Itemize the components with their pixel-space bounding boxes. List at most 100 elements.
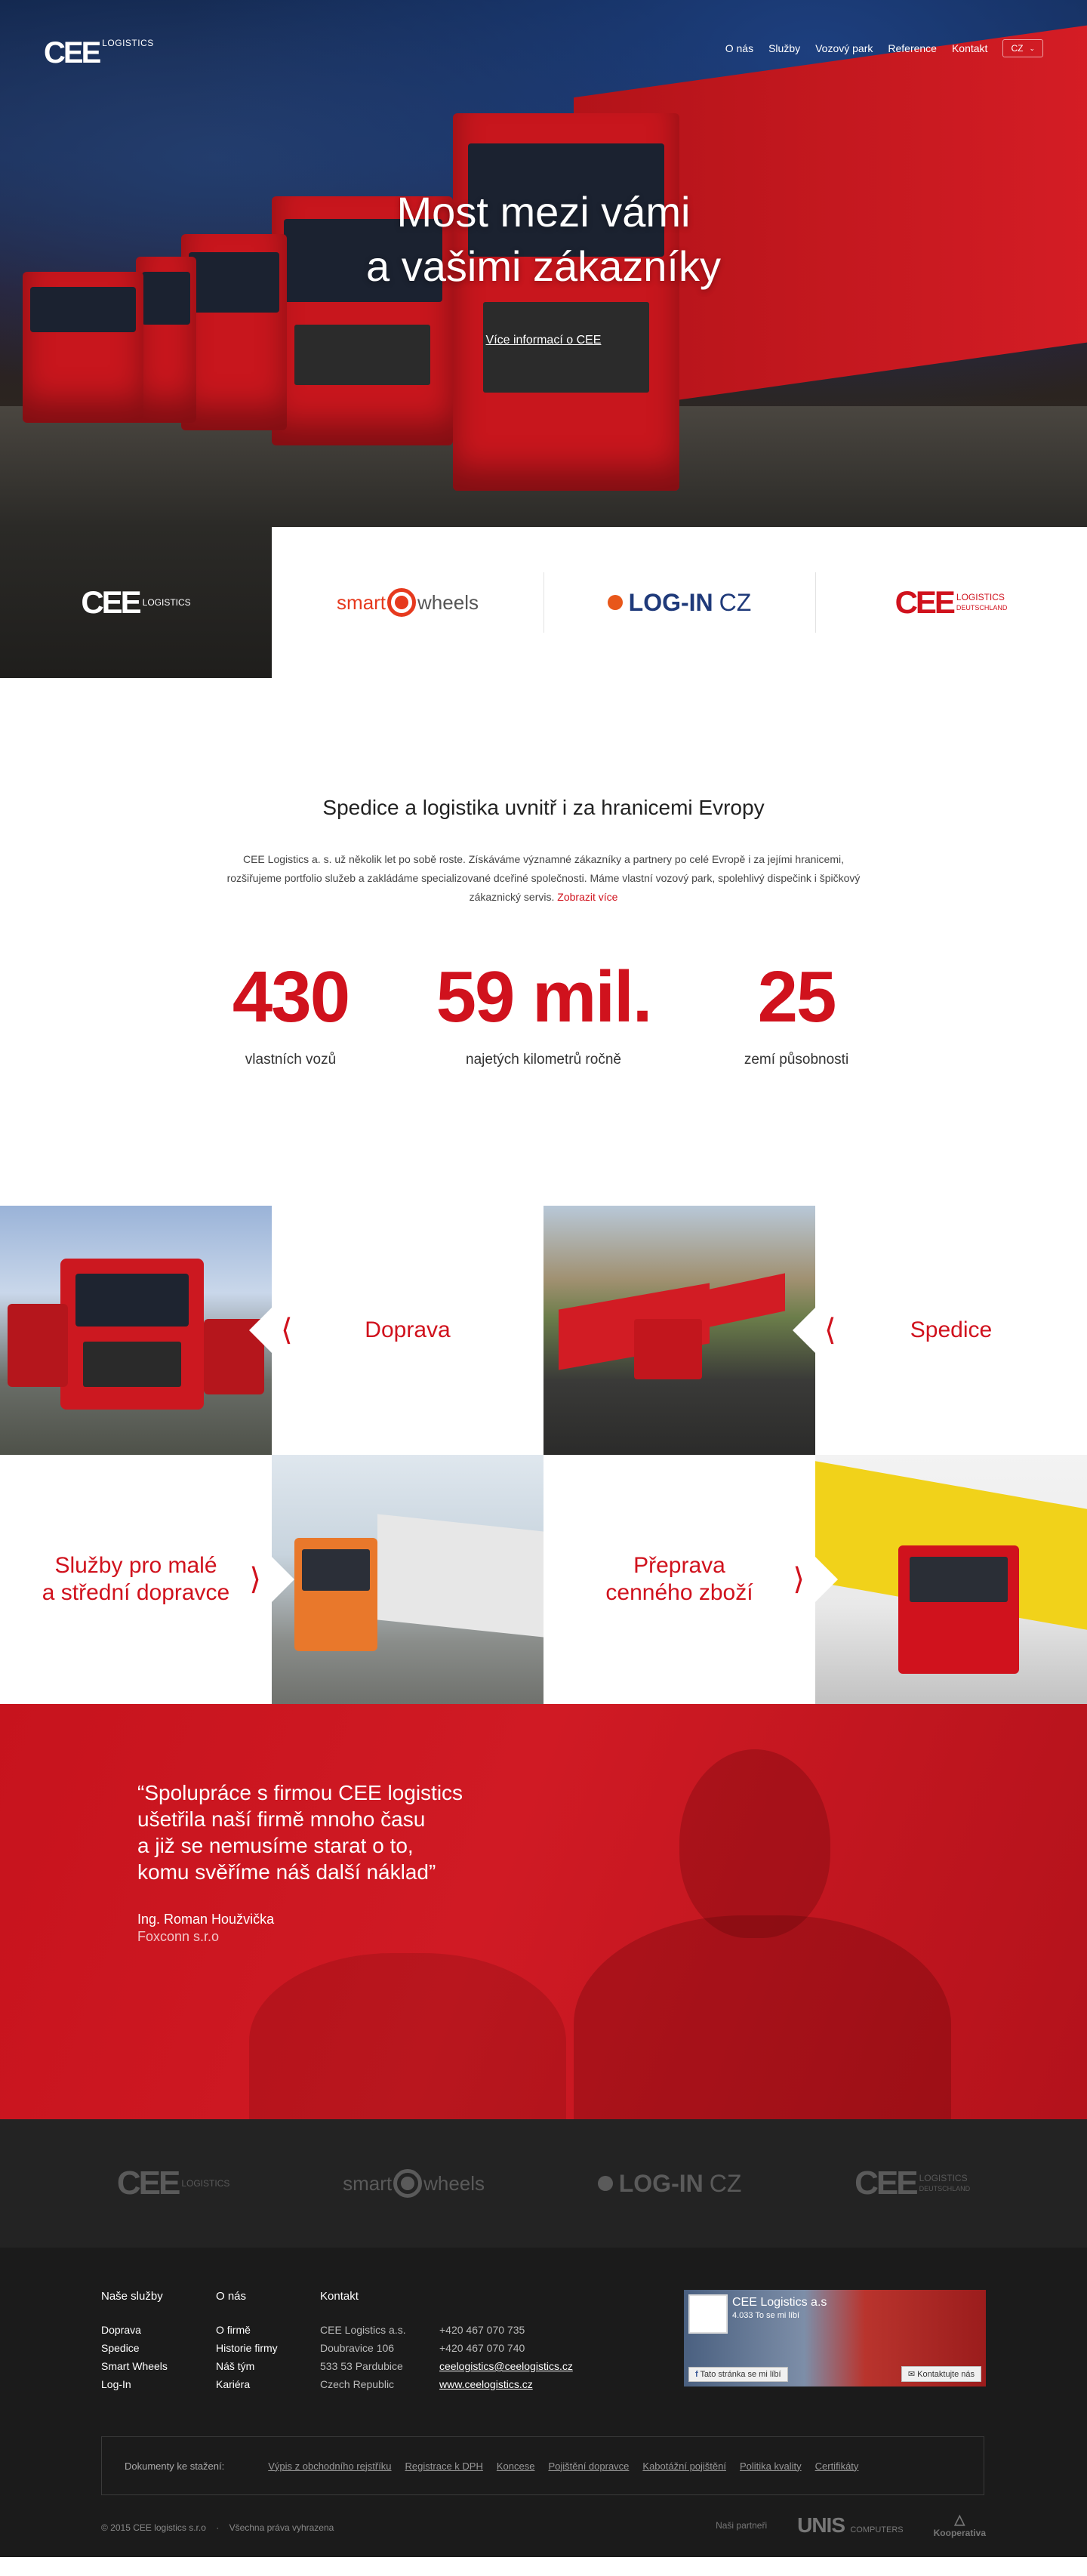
- address-line: Czech Republic: [320, 2378, 395, 2390]
- hero-cta-button[interactable]: Více informací o CEE: [462, 326, 625, 355]
- service-doprava-label: Doprava: [365, 1317, 451, 1342]
- doc-link[interactable]: Koncese: [497, 2460, 535, 2472]
- testimonial-photo-man-body: [574, 1915, 951, 2119]
- facebook-like-count: 4.033 To se mi líbí: [732, 2311, 800, 2320]
- testimonial: “Spolupráce s firmou CEE logistics ušetř…: [0, 1704, 1087, 2119]
- facebook-icon: f: [695, 2370, 698, 2379]
- unis-logo[interactable]: UNIS COMPUTERS: [797, 2513, 904, 2537]
- log-in-text: LOG-IN: [628, 588, 713, 616]
- email-link[interactable]: ceelogistics@ceelogistics.cz: [439, 2360, 573, 2372]
- hero-truck-5: [23, 272, 143, 423]
- language-value: CZ: [1011, 43, 1024, 54]
- log-in-dot-icon: [597, 2176, 613, 2191]
- address-line: CEE Logistics a.s.: [320, 2324, 406, 2336]
- stat-value: 430: [232, 957, 350, 1037]
- footer-link[interactable]: Historie firmy: [216, 2342, 278, 2354]
- phone-number: +420 467 070 740: [439, 2342, 525, 2354]
- chevron-left-icon: ⟨: [824, 1313, 836, 1348]
- partner-smart-wheels-logo[interactable]: smart wheels: [343, 2169, 485, 2198]
- unis-text: UNIS: [797, 2513, 845, 2537]
- facebook-like-button[interactable]: f Tato stránka se mi líbí: [688, 2367, 788, 2382]
- facebook-like-label: Tato stránka se mi líbí: [700, 2370, 781, 2379]
- chevron-left-icon: ⟨: [281, 1313, 293, 1348]
- footer-link[interactable]: Kariéra: [216, 2378, 250, 2390]
- nav-item-kontakt[interactable]: Kontakt: [952, 42, 987, 54]
- partners-strip: CEE LOGISTICS smart wheels LOG-IN CZ CEE…: [0, 2119, 1087, 2248]
- intro-paragraph: CEE Logistics a. s. už několik let po so…: [226, 853, 861, 903]
- cee-deutschland-logo: CEE LOGISTICS DEUTSCHLAND: [895, 584, 1008, 621]
- service-cenne-zbozi[interactable]: Přeprava cenného zboží ⟩: [544, 1455, 815, 1704]
- footer-link[interactable]: Doprava: [101, 2324, 141, 2336]
- testimonial-photo-man: [679, 1749, 830, 1938]
- wheel-icon: [393, 2169, 423, 2198]
- chevron-right-icon: ⟩: [793, 1562, 805, 1597]
- quote-line3: a již se nemusíme starat o to,: [137, 1834, 414, 1857]
- address-line: Doubravice 106: [320, 2342, 395, 2354]
- chevron-right-icon: ⟩: [249, 1562, 261, 1597]
- nav-item-reference[interactable]: Reference: [888, 42, 937, 54]
- brand-cee-logistics[interactable]: CEE LOGISTICS: [0, 527, 272, 678]
- partner-log-in-logo[interactable]: LOG-IN CZ: [597, 2169, 742, 2198]
- cee-de-logo-subtext: LOGISTICS DEUTSCHLAND: [956, 592, 1008, 613]
- doc-link[interactable]: Výpis z obchodního rejstříku: [268, 2460, 391, 2472]
- nav-item-sluzby[interactable]: Služby: [768, 42, 800, 54]
- nav-item-o-nas[interactable]: O nás: [725, 42, 753, 54]
- triangle-icon: △: [954, 2512, 965, 2527]
- stat-kilometers: 59 mil. najetých kilometrů ročně: [415, 960, 672, 1068]
- service-male-dopravce[interactable]: Služby pro malé a střední dopravce ⟩: [0, 1455, 272, 1704]
- doc-link[interactable]: Certifikáty: [815, 2460, 859, 2472]
- brand-cee-deutschland[interactable]: CEE LOGISTICS DEUTSCHLAND: [815, 527, 1087, 678]
- quote-line1: “Spolupráce s firmou CEE logistics: [137, 1781, 463, 1804]
- stat-value: 25: [757, 957, 837, 1037]
- footer-link[interactable]: Smart Wheels: [101, 2360, 168, 2372]
- doc-link[interactable]: Kabotážní pojištění: [642, 2460, 726, 2472]
- footer-link[interactable]: Náš tým: [216, 2360, 254, 2372]
- facebook-widget[interactable]: CEE Logistics a.s 4.033 To se mi líbí f …: [684, 2290, 986, 2386]
- brand-log-in-cz[interactable]: LOG-IN CZ: [544, 527, 815, 678]
- show-more-link[interactable]: Zobrazit více: [557, 891, 617, 903]
- documents-bar: Dokumenty ke stažení: Výpis z obchodního…: [101, 2436, 984, 2495]
- doc-link[interactable]: Pojištění dopravce: [548, 2460, 629, 2472]
- intro-section: Spedice a logistika uvnitř i za hranicem…: [0, 678, 1087, 1068]
- service-cenne-label: Přeprava cenného zboží: [605, 1552, 753, 1607]
- partner-cee-logo[interactable]: CEE LOGISTICS: [117, 2165, 230, 2202]
- language-select[interactable]: CZ ⌄: [1002, 39, 1043, 57]
- partner-cee-subtext: LOGISTICS: [181, 2177, 230, 2189]
- male-dopravce-image: [272, 1455, 544, 1704]
- stat-value: 59 mil.: [436, 957, 653, 1037]
- service-doprava[interactable]: ⟨ Doprava: [272, 1206, 544, 1455]
- smart-wheels-logo: smart wheels: [337, 588, 479, 617]
- website-link[interactable]: www.ceelogistics.cz: [439, 2378, 533, 2390]
- footer-link[interactable]: Spedice: [101, 2342, 140, 2354]
- facebook-contact-button[interactable]: ✉ Kontaktujte nás: [901, 2366, 981, 2382]
- footer-partners: Naši partneři UNIS COMPUTERS △ Kooperati…: [716, 2512, 986, 2538]
- service-spedice-label: Spedice: [910, 1317, 993, 1342]
- doprava-image: [0, 1206, 272, 1455]
- service-spedice[interactable]: ⟨ Spedice: [815, 1206, 1087, 1455]
- kooperativa-logo[interactable]: △ Kooperativa: [934, 2512, 986, 2538]
- partner-smart-text: smart: [343, 2171, 393, 2195]
- hero-truck-main: [453, 113, 679, 491]
- partner-log-in-cz: CZ: [709, 2169, 742, 2197]
- footer-columns: Naše služby Doprava Spedice Smart Wheels…: [101, 2290, 620, 2393]
- doc-link[interactable]: Registrace k DPH: [405, 2460, 483, 2472]
- kooperativa-text: Kooperativa: [933, 2528, 986, 2538]
- hero-title-line2: a vašimi zákazníky: [366, 242, 721, 290]
- brand-smart-wheels[interactable]: smart wheels: [272, 527, 544, 678]
- doc-link[interactable]: Politika kvality: [740, 2460, 802, 2472]
- nav-item-vozovy-park[interactable]: Vozový park: [815, 42, 873, 54]
- top-nav: CEE LOGISTICS O nás Služby Vozový park R…: [0, 0, 1087, 91]
- testimonial-author: Ing. Roman Houžvička: [137, 1912, 275, 1927]
- cenne-zbozi-image: [815, 1455, 1087, 1704]
- footer-link[interactable]: O firmě: [216, 2324, 251, 2336]
- logo-subtext: LOGISTICS: [102, 38, 154, 48]
- footer-col-about: O nás O firmě Historie firmy Náš tým Kar…: [216, 2290, 320, 2393]
- stat-countries: 25 zemí působnosti: [672, 960, 921, 1068]
- site-logo[interactable]: CEE LOGISTICS: [44, 36, 154, 70]
- footer: Naše služby Doprava Spedice Smart Wheels…: [0, 2248, 1087, 2557]
- facebook-page-title: CEE Logistics a.s: [732, 2296, 827, 2309]
- services-grid: ⟨ Doprava ⟨ Spedice Služby pro malé a st…: [0, 1206, 1087, 1704]
- copyright: © 2015 CEE logistics s.r.o · Všechna prá…: [101, 2522, 334, 2533]
- partner-cee-deutschland-logo[interactable]: CEE LOGISTICS DEUTSCHLAND: [855, 2165, 970, 2202]
- footer-link[interactable]: Log-In: [101, 2378, 131, 2390]
